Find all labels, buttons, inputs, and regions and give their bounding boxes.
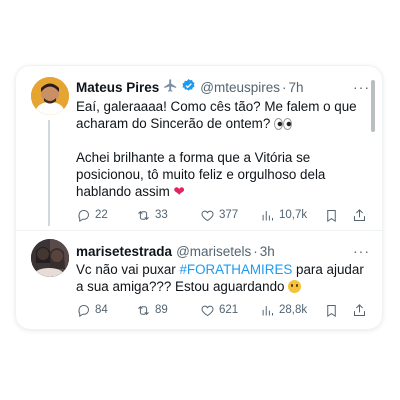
like-button[interactable]: 377 bbox=[200, 208, 260, 223]
reply-button[interactable]: 22 bbox=[76, 208, 136, 223]
tweet-1-header: Mateus Pires @mteuspires · 7h bbox=[76, 78, 304, 96]
retweet-icon bbox=[138, 210, 149, 220]
avatar[interactable] bbox=[31, 239, 69, 277]
retweet-count: 89 bbox=[155, 304, 168, 316]
tweet-paragraph: Eaí, galeraaaa! Como cês tão? Me falem o… bbox=[76, 99, 357, 131]
like-button[interactable]: 621 bbox=[200, 303, 260, 318]
thread-connector-line bbox=[48, 120, 50, 226]
like-count: 377 bbox=[219, 209, 239, 221]
heart-emoji-icon: ❤ bbox=[173, 184, 185, 199]
bar-chart-icon bbox=[262, 305, 273, 315]
avatar[interactable] bbox=[31, 77, 69, 115]
bookmark-icon bbox=[327, 304, 336, 317]
separator-dot: · bbox=[253, 243, 258, 259]
retweet-count: 33 bbox=[155, 209, 168, 221]
reply-button[interactable]: 84 bbox=[76, 303, 136, 318]
bookmark-button[interactable] bbox=[324, 303, 352, 318]
views-count: 28,8k bbox=[279, 304, 308, 316]
author-name[interactable]: Mateus Pires bbox=[76, 80, 159, 95]
eyes-emoji-icon bbox=[274, 118, 293, 130]
divider bbox=[16, 230, 382, 231]
timestamp[interactable]: 7h bbox=[289, 80, 304, 95]
tweet-thread-card: Mateus Pires @mteuspires · 7h ··· Eaí, g… bbox=[16, 66, 382, 329]
scrollbar[interactable] bbox=[371, 80, 375, 132]
author-name[interactable]: marisetestrada bbox=[76, 244, 172, 259]
airplane-icon bbox=[163, 78, 178, 96]
tweet-2-text: Vc não vai puxar #FORATHAMIRES para ajud… bbox=[76, 261, 366, 295]
author-handle[interactable]: @marisetels bbox=[176, 244, 251, 259]
separator-dot: · bbox=[282, 79, 287, 95]
share-icon bbox=[354, 303, 365, 316]
retweet-icon bbox=[138, 305, 149, 315]
tweet-text-before: Vc não vai puxar bbox=[76, 262, 180, 277]
reply-count: 22 bbox=[95, 209, 108, 221]
more-options-button[interactable]: ··· bbox=[353, 243, 370, 259]
reply-icon bbox=[78, 209, 89, 222]
more-options-button[interactable]: ··· bbox=[353, 79, 370, 95]
views-count: 10,7k bbox=[279, 209, 308, 221]
tweet-1-actions: 22 33 377 10,7k bbox=[76, 206, 372, 224]
heart-icon bbox=[201, 210, 214, 221]
reply-icon bbox=[78, 304, 89, 317]
tweet-paragraph: Achei brilhante a forma que a Vitória se… bbox=[76, 150, 326, 199]
reply-count: 84 bbox=[95, 304, 108, 316]
share-button[interactable] bbox=[352, 208, 367, 223]
verified-badge-icon bbox=[181, 78, 196, 96]
tweet-2-header: marisetestrada @marisetels · 3h bbox=[76, 242, 275, 260]
bookmark-button[interactable] bbox=[324, 208, 352, 223]
grimace-emoji-icon bbox=[288, 280, 302, 293]
views-button[interactable]: 10,7k bbox=[260, 208, 324, 223]
retweet-button[interactable]: 33 bbox=[136, 208, 200, 223]
retweet-button[interactable]: 89 bbox=[136, 303, 200, 318]
heart-icon bbox=[201, 305, 214, 316]
author-handle[interactable]: @mteuspires bbox=[200, 80, 280, 95]
share-icon bbox=[354, 208, 365, 221]
share-button[interactable] bbox=[352, 303, 367, 318]
tweet-1-text: Eaí, galeraaaa! Como cês tão? Me falem o… bbox=[76, 98, 366, 200]
bar-chart-icon bbox=[262, 210, 273, 220]
views-button[interactable]: 28,8k bbox=[260, 303, 324, 318]
bookmark-icon bbox=[327, 209, 336, 222]
hashtag-link[interactable]: #FORATHAMIRES bbox=[179, 262, 292, 277]
tweet-2-actions: 84 89 621 28,8k bbox=[76, 301, 372, 319]
like-count: 621 bbox=[219, 304, 239, 316]
timestamp[interactable]: 3h bbox=[260, 244, 275, 259]
